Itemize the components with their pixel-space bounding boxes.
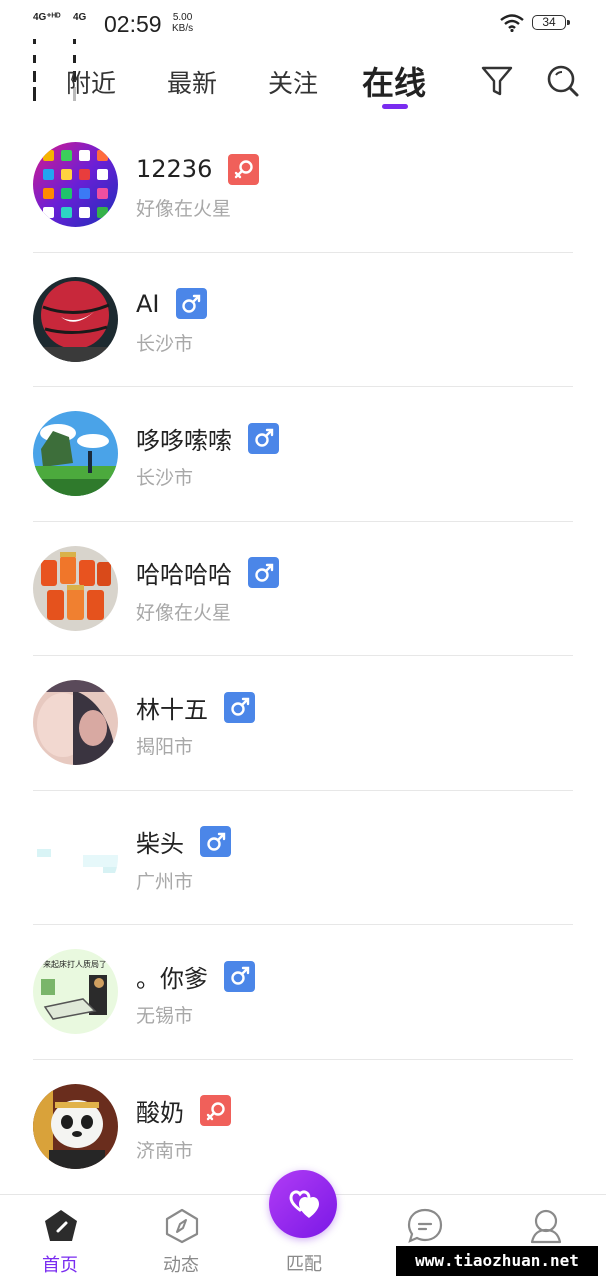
basketball-avatar[interactable] <box>33 276 118 362</box>
nav-feed[interactable]: 动态 <box>141 1195 221 1280</box>
user-list-item[interactable]: 哆哆嗦嗦 长沙市 <box>0 387 606 522</box>
user-name-row: 林十五 <box>136 690 255 724</box>
wifi-icon <box>500 14 524 32</box>
user-name-row: 哈哈哈哈 <box>136 556 279 590</box>
user-location: 无锡市 <box>136 1005 194 1027</box>
photo-avatar[interactable] <box>33 680 118 765</box>
active-tab-indicator <box>382 104 408 109</box>
meme-avatar[interactable]: 来起床打人质局了 <box>33 949 118 1034</box>
filter-icon[interactable] <box>480 64 514 98</box>
female-icon <box>200 1095 231 1126</box>
profile-icon <box>530 1209 562 1244</box>
user-name-row: 哆哆嗦嗦 <box>136 421 279 455</box>
male-icon <box>200 826 231 857</box>
meme-caption: 来起床打人质局了 <box>43 959 107 969</box>
nav-home-label: 首页 <box>42 1255 78 1276</box>
search-icon[interactable] <box>546 64 580 98</box>
male-icon <box>224 960 255 992</box>
male-icon <box>175 288 207 319</box>
male-icon <box>248 557 279 588</box>
male-icon <box>248 422 279 454</box>
user-name-row: AI <box>136 287 207 321</box>
network-speed: 5.00 KB/s <box>172 12 193 34</box>
user-list-item[interactable]: 哈哈哈哈 好像在火星 <box>0 522 606 656</box>
user-name: 哆哆嗦嗦 <box>136 426 232 455</box>
chat-bubble-icon <box>407 1208 443 1243</box>
speed-value: 5.00 <box>172 12 193 23</box>
tab-nearby[interactable]: 附近 <box>66 64 116 100</box>
hearts-icon <box>289 1190 319 1218</box>
user-name-row: 酸奶 <box>136 1094 231 1128</box>
user-location: 济南市 <box>136 1139 194 1162</box>
home-icon <box>45 1210 77 1241</box>
user-name: 哈哈哈哈 <box>136 561 232 589</box>
nav-match-label: 匹配 <box>286 1254 322 1275</box>
user-location: 好像在火星 <box>136 198 232 220</box>
tab-latest[interactable]: 最新 <box>167 64 217 100</box>
top-tabs: 附近 最新 关注 在线 <box>0 48 606 118</box>
phone-screen-avatar[interactable] <box>33 142 118 227</box>
tab-online[interactable]: 在线 <box>362 58 426 104</box>
user-list-item[interactable]: 来起床打人质局了 。你爹 无锡市 <box>0 925 606 1060</box>
user-name: 柴头 <box>136 830 184 858</box>
user-name-row: 柴头 <box>136 825 231 859</box>
user-location: 好像在火星 <box>136 601 232 624</box>
user-list-item[interactable]: AI 长沙市 <box>0 253 606 387</box>
user-name: 12236 <box>136 155 213 183</box>
user-location: 揭阳市 <box>136 736 194 758</box>
user-location: 广州市 <box>136 870 194 893</box>
tab-following[interactable]: 关注 <box>268 64 318 100</box>
user-name: 林十五 <box>136 695 208 724</box>
user-list-item[interactable]: 柴头 广州市 <box>0 791 606 925</box>
user-list-item[interactable]: 林十五 揭阳市 <box>0 656 606 791</box>
user-name: 酸奶 <box>136 1099 184 1127</box>
online-user-list: 12236 好像在火星 AI 长沙市 哆哆嗦嗦 长沙市 哈哈哈哈 好像在火星 林… <box>0 118 606 1194</box>
user-list-item[interactable]: 12236 好像在火星 <box>0 118 606 253</box>
status-bar: 4G⁺ᴴᴰ 4G 02:59 5.00 KB/s 34 <box>0 0 606 101</box>
screen: 4G⁺ᴴᴰ 4G 02:59 5.00 KB/s 34 附近 最新 关注 在线 <box>0 0 606 1280</box>
user-name-row: 12236 <box>136 152 260 186</box>
site-watermark: www.tiaozhuan.net <box>396 1246 598 1276</box>
battery-indicator: 34 <box>532 15 570 30</box>
user-name-row: 。你爹 <box>136 959 255 993</box>
landscape-avatar[interactable] <box>33 411 118 496</box>
jars-avatar[interactable] <box>33 545 118 631</box>
user-name: AI <box>136 289 160 318</box>
panda-avatar[interactable] <box>33 1083 118 1169</box>
speed-unit: KB/s <box>172 23 194 34</box>
blank-avatar[interactable] <box>33 814 118 900</box>
female-icon <box>228 153 260 185</box>
user-location: 长沙市 <box>136 467 194 489</box>
compass-icon <box>165 1208 199 1244</box>
nav-feed-label: 动态 <box>163 1255 199 1276</box>
male-icon <box>224 691 255 723</box>
user-location: 长沙市 <box>136 332 194 355</box>
network-type-1: 4G⁺ᴴᴰ <box>33 12 61 23</box>
nav-home[interactable]: 首页 <box>20 1195 100 1280</box>
clock: 02:59 <box>104 11 162 37</box>
match-button[interactable] <box>269 1170 337 1238</box>
user-name: 。你爹 <box>136 964 208 993</box>
network-type-2: 4G <box>73 12 87 23</box>
